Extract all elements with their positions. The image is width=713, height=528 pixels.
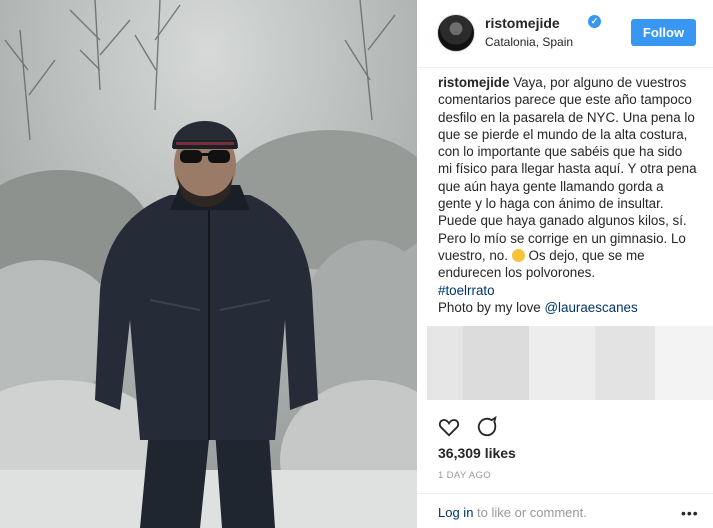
unamused-face-emoji xyxy=(511,248,525,262)
more-options-icon[interactable]: ••• xyxy=(681,505,699,521)
post-photo[interactable] xyxy=(0,0,417,528)
caption-mention[interactable]: @lauraescanes xyxy=(544,300,637,315)
caption-hashtag[interactable]: #toelrrato xyxy=(438,283,495,298)
comment-icon[interactable] xyxy=(476,416,498,438)
likes-count[interactable]: 36,309 likes xyxy=(438,445,516,461)
post-caption: ristomejide Vaya, por alguno de vuestros… xyxy=(438,74,700,316)
post-footer: Log in to like or comment. ••• xyxy=(417,493,713,528)
login-link[interactable]: Log in xyxy=(438,505,473,520)
avatar[interactable] xyxy=(437,14,475,52)
login-prompt: Log in to like or comment. xyxy=(438,505,587,520)
verified-icon: ✓ xyxy=(588,15,601,28)
post-username[interactable]: ristomejide xyxy=(485,15,560,31)
blurred-comments xyxy=(427,326,713,400)
caption-text: Vaya, por alguno de vuestros comentarios… xyxy=(438,75,697,263)
heart-icon[interactable] xyxy=(438,416,460,438)
post-location[interactable]: Catalonia, Spain xyxy=(485,35,573,49)
follow-button[interactable]: Follow xyxy=(631,19,696,46)
photo-credit: Photo by my love xyxy=(438,299,545,315)
caption-username[interactable]: ristomejide xyxy=(438,75,509,90)
snowy-landscape-photo xyxy=(0,0,417,528)
post-actions xyxy=(438,416,558,438)
post-timestamp[interactable]: 1 DAY AGO xyxy=(438,470,491,481)
post-side-panel: ristomejide ✓ Catalonia, Spain Follow ri… xyxy=(417,0,713,528)
post-header: ristomejide ✓ Catalonia, Spain Follow xyxy=(417,0,713,68)
login-prompt-text: to like or comment. xyxy=(473,505,587,520)
